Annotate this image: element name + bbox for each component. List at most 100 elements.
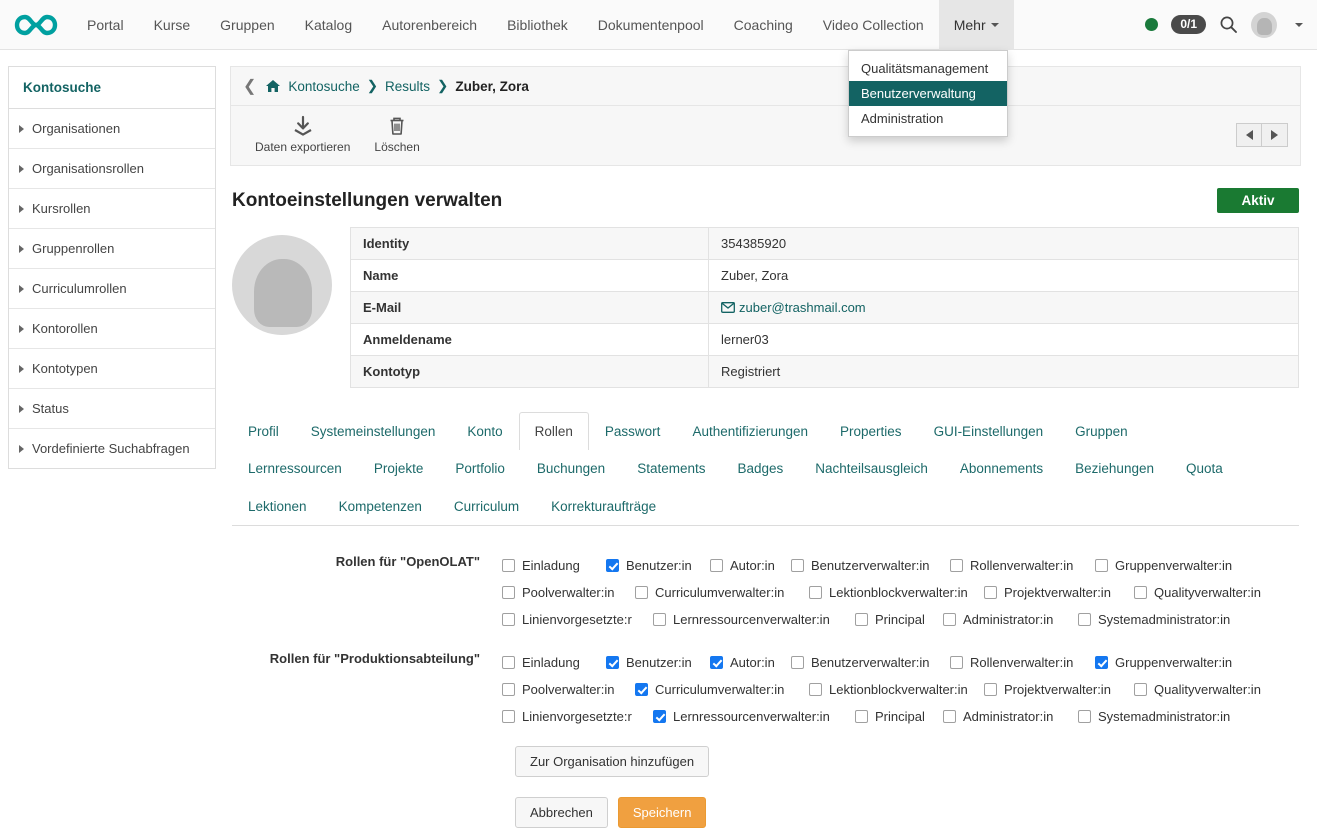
checkbox-produktion-benutzer[interactable]: Benutzer:in <box>606 655 710 670</box>
checkbox-openolat-benutzer[interactable]: Benutzer:in <box>606 558 710 573</box>
notification-count-badge[interactable]: 0/1 <box>1171 15 1206 34</box>
nav-item-gruppen[interactable]: Gruppen <box>205 0 289 50</box>
brand-logo[interactable] <box>0 0 72 50</box>
search-icon[interactable] <box>1219 15 1238 34</box>
delete-button[interactable]: Löschen <box>362 112 431 157</box>
dropdown-item-qualitaetsmanagement[interactable]: Qualitätsmanagement <box>849 56 1007 81</box>
tab-buchungen[interactable]: Buchungen <box>521 449 621 487</box>
checkbox-openolat-einladung[interactable]: Einladung <box>502 558 606 573</box>
checkbox-produktion-gruppenverwalter[interactable]: Gruppenverwalter:in <box>1095 655 1232 670</box>
tab-nachteilsausgleich[interactable]: Nachteilsausgleich <box>799 449 944 487</box>
tab-korrekturauftraege[interactable]: Korrekturaufträge <box>535 487 672 525</box>
nav-item-dokumentenpool[interactable]: Dokumentenpool <box>583 0 719 50</box>
checkbox-openolat-benutzerverwalter[interactable]: Benutzerverwalter:in <box>791 558 950 573</box>
nav-item-kurse[interactable]: Kurse <box>139 0 206 50</box>
checkbox-openolat-gruppenverwalter[interactable]: Gruppenverwalter:in <box>1095 558 1232 573</box>
checkbox-produktion-principal[interactable]: Principal <box>855 709 943 724</box>
export-data-button[interactable]: Daten exportieren <box>243 112 362 157</box>
dropdown-item-administration[interactable]: Administration <box>849 106 1007 131</box>
checkbox-openolat-rollenverwalter[interactable]: Rollenverwalter:in <box>950 558 1095 573</box>
checkbox-produktion-rollenverwalter[interactable]: Rollenverwalter:in <box>950 655 1095 670</box>
home-icon[interactable] <box>265 79 281 93</box>
checkbox-openolat-autor[interactable]: Autor:in <box>710 558 791 573</box>
checkbox-openolat-linienvorgesetzte[interactable]: Linienvorgesetzte:r <box>502 612 653 627</box>
cancel-button[interactable]: Abbrechen <box>515 797 608 828</box>
checkbox-label: Lektionblockverwalter:in <box>829 682 968 697</box>
tab-authentifizierungen[interactable]: Authentifizierungen <box>676 412 824 450</box>
checkbox-openolat-principal[interactable]: Principal <box>855 612 943 627</box>
tab-systemeinstellungen[interactable]: Systemeinstellungen <box>295 412 452 450</box>
checkbox-produktion-systemadministrator[interactable]: Systemadministrator:in <box>1078 709 1230 724</box>
tab-abonnements[interactable]: Abonnements <box>944 449 1059 487</box>
checkbox-produktion-qualityverwalter[interactable]: Qualityverwalter:in <box>1134 682 1261 697</box>
tab-projekte[interactable]: Projekte <box>358 449 440 487</box>
save-button[interactable]: Speichern <box>618 797 707 828</box>
tab-beziehungen[interactable]: Beziehungen <box>1059 449 1170 487</box>
checkbox-openolat-curriculumverwalter[interactable]: Curriculumverwalter:in <box>635 585 809 600</box>
breadcrumb-item-results[interactable]: Results <box>385 79 430 94</box>
sidebar-item-label: Organisationen <box>32 121 120 136</box>
tab-curriculum[interactable]: Curriculum <box>438 487 535 525</box>
previous-record-button[interactable] <box>1236 123 1262 147</box>
checkbox-openolat-projektverwalter[interactable]: Projektverwalter:in <box>984 585 1134 600</box>
checkbox-produktion-projektverwalter[interactable]: Projektverwalter:in <box>984 682 1134 697</box>
sidebar-item-gruppenrollen[interactable]: Gruppenrollen <box>9 229 215 269</box>
sidebar-header-kontosuche[interactable]: Kontosuche <box>9 67 215 109</box>
nav-item-bibliothek[interactable]: Bibliothek <box>492 0 583 50</box>
nav-item-coaching[interactable]: Coaching <box>719 0 808 50</box>
checkbox-produktion-benutzerverwalter[interactable]: Benutzerverwalter:in <box>791 655 950 670</box>
breadcrumb-item-kontosuche[interactable]: Kontosuche <box>288 79 359 94</box>
user-avatar-large[interactable] <box>232 235 332 335</box>
tab-statements[interactable]: Statements <box>621 449 721 487</box>
chevron-left-icon[interactable]: ❮ <box>243 76 256 96</box>
tab-rollen[interactable]: Rollen <box>519 412 589 450</box>
tab-passwort[interactable]: Passwort <box>589 412 677 450</box>
email-link[interactable]: zuber@trashmail.com <box>739 300 866 315</box>
tab-kompetenzen[interactable]: Kompetenzen <box>323 487 438 525</box>
tab-badges[interactable]: Badges <box>721 449 799 487</box>
triangle-right-icon <box>19 165 24 173</box>
checkbox-produktion-lektionblockverwalter[interactable]: Lektionblockverwalter:in <box>809 682 984 697</box>
tab-quota[interactable]: Quota <box>1170 449 1239 487</box>
sidebar-item-kontotypen[interactable]: Kontotypen <box>9 349 215 389</box>
tab-lektionen[interactable]: Lektionen <box>232 487 323 525</box>
checkbox-openolat-poolverwalter[interactable]: Poolverwalter:in <box>502 585 635 600</box>
tab-properties[interactable]: Properties <box>824 412 918 450</box>
sidebar-item-kursrollen[interactable]: Kursrollen <box>9 189 215 229</box>
checkbox-produktion-curriculumverwalter[interactable]: Curriculumverwalter:in <box>635 682 809 697</box>
sidebar-item-curriculumrollen[interactable]: Curriculumrollen <box>9 269 215 309</box>
sidebar-item-organisationsrollen[interactable]: Organisationsrollen <box>9 149 215 189</box>
checkbox-openolat-lektionblockverwalter[interactable]: Lektionblockverwalter:in <box>809 585 984 600</box>
tab-lernressourcen[interactable]: Lernressourcen <box>232 449 358 487</box>
checkbox-produktion-einladung[interactable]: Einladung <box>502 655 606 670</box>
dropdown-item-benutzerverwaltung[interactable]: Benutzerverwaltung <box>849 81 1007 106</box>
next-record-button[interactable] <box>1262 123 1288 147</box>
tab-gruppen[interactable]: Gruppen <box>1059 412 1144 450</box>
checkbox-produktion-linienvorgesetzte[interactable]: Linienvorgesetzte:r <box>502 709 653 724</box>
checkbox-produktion-lernressourcenverwalter[interactable]: Lernressourcenverwalter:in <box>653 709 855 724</box>
tab-konto[interactable]: Konto <box>451 412 518 450</box>
nav-item-mehr[interactable]: Mehr <box>939 0 1014 50</box>
nav-item-video-collection[interactable]: Video Collection <box>808 0 939 50</box>
checkbox-openolat-qualityverwalter[interactable]: Qualityverwalter:in <box>1134 585 1261 600</box>
user-menu-chevron-down-icon[interactable] <box>1295 23 1303 27</box>
checkbox-produktion-autor[interactable]: Autor:in <box>710 655 791 670</box>
nav-item-portal[interactable]: Portal <box>72 0 139 50</box>
sidebar-item-kontorollen[interactable]: Kontorollen <box>9 309 215 349</box>
tab-profil[interactable]: Profil <box>232 412 295 450</box>
tab-portfolio[interactable]: Portfolio <box>439 449 521 487</box>
checkbox-openolat-systemadministrator[interactable]: Systemadministrator:in <box>1078 612 1230 627</box>
status-badge[interactable]: Aktiv <box>1217 188 1299 213</box>
nav-item-katalog[interactable]: Katalog <box>290 0 367 50</box>
sidebar-item-vordefinierte-suchabfragen[interactable]: Vordefinierte Suchabfragen <box>9 429 215 468</box>
tab-gui-einstellungen[interactable]: GUI-Einstellungen <box>918 412 1060 450</box>
add-to-organisation-button[interactable]: Zur Organisation hinzufügen <box>515 746 709 777</box>
sidebar-item-organisationen[interactable]: Organisationen <box>9 109 215 149</box>
checkbox-openolat-lernressourcenverwalter[interactable]: Lernressourcenverwalter:in <box>653 612 855 627</box>
user-avatar[interactable] <box>1251 12 1277 38</box>
sidebar-item-status[interactable]: Status <box>9 389 215 429</box>
nav-item-autorenbereich[interactable]: Autorenbereich <box>367 0 492 50</box>
checkbox-openolat-administrator[interactable]: Administrator:in <box>943 612 1078 627</box>
checkbox-produktion-administrator[interactable]: Administrator:in <box>943 709 1078 724</box>
checkbox-produktion-poolverwalter[interactable]: Poolverwalter:in <box>502 682 635 697</box>
